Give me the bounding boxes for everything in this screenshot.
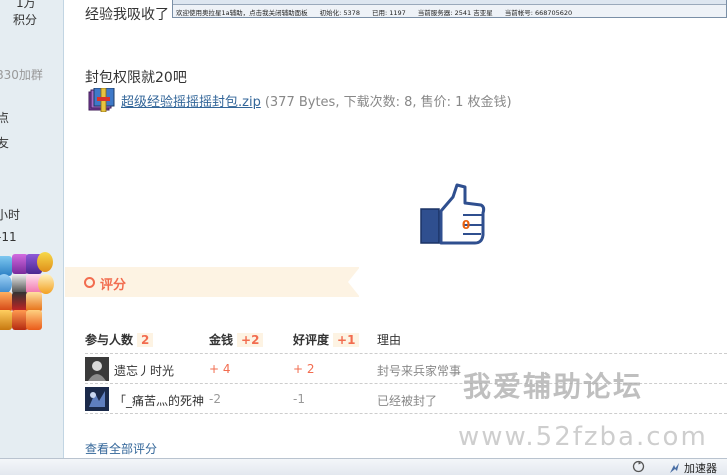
medal-icon[interactable]	[26, 310, 42, 330]
participants-count-badge: 2	[137, 333, 154, 347]
medal-icon[interactable]	[37, 252, 53, 272]
screenshot-welcome-text: 欢迎使用奥拉星1a辅助，点击我关闭辅助面板	[176, 9, 308, 17]
like-count: 0	[461, 218, 471, 232]
watermark-title: 我爱辅助论坛	[463, 370, 644, 403]
medal-icon[interactable]	[38, 274, 54, 294]
screenshot-used-label: 已用:	[371, 9, 388, 17]
attachment-download-link[interactable]: 超级经验摇摇摇封包.zip	[121, 91, 261, 110]
sidebar-fragment: 友	[0, 134, 9, 151]
sidebar-register-date: -11	[0, 230, 17, 244]
screenshot-used-value: 1197	[389, 9, 406, 17]
rating-section-header: 评分	[65, 267, 360, 297]
screenshot-server-label: 当前服务器:	[417, 9, 453, 17]
money-total-badge: +2	[237, 333, 264, 347]
medal-icon[interactable]	[0, 292, 12, 312]
sidebar-fragment: 点	[0, 109, 9, 126]
reputation-total-badge: +1	[333, 333, 360, 347]
user-info-sidebar: 1万 积分 830加群 点 友 小时 -11	[0, 0, 64, 458]
sidebar-group-link[interactable]: 830加群	[0, 66, 43, 83]
rating-title: 评分	[100, 278, 127, 293]
screenshot-server-value: 2541	[454, 9, 472, 17]
attachment: 超级经验摇摇摇封包.zip (377 Bytes, 下载次数: 8, 售价: 1…	[87, 88, 512, 112]
sidebar-stat-label: 积分	[13, 13, 38, 27]
forum-post-page: 1万 积分 830加群 点 友 小时 -11 欢迎	[0, 0, 727, 475]
header-reason: 理由	[377, 333, 402, 347]
screenshot-init-value: 5378	[343, 9, 360, 17]
screenshot-init-label: 初始化:	[319, 9, 342, 17]
refresh-icon	[632, 460, 645, 473]
avatar[interactable]	[85, 387, 109, 411]
rater-username[interactable]: 「_痛苦灬的死神	[114, 392, 204, 409]
sidebar-stat-value: 1万	[16, 0, 36, 10]
rater-username[interactable]: 遗忘丿时光	[114, 362, 174, 379]
accelerator-label: 加速器	[684, 462, 717, 475]
view-all-ratings-link[interactable]: 查看全部评分	[85, 440, 157, 457]
browser-status-bar: 加速器	[0, 458, 727, 475]
rater-reason: 封号来兵家常事	[377, 364, 462, 378]
circle-icon	[84, 277, 95, 288]
attachment-meta: (377 Bytes, 下载次数: 8, 售价: 1 枚金钱)	[264, 94, 512, 110]
rating-table-header: 参与人数 2 金钱 +2 好评度 +1 理由	[85, 324, 727, 354]
medal-icon[interactable]	[0, 310, 12, 330]
screenshot-server-name: 吉亚星	[473, 9, 493, 17]
compat-view-button[interactable]	[632, 460, 645, 473]
embedded-screenshot-image[interactable]: 欢迎使用奥拉星1a辅助，点击我关闭辅助面板 初始化: 5378 已用: 1197…	[172, 0, 727, 18]
header-money: 金钱 +2	[209, 331, 264, 348]
rater-reputation: -1	[293, 392, 305, 406]
rater-reputation: + 2	[293, 362, 315, 376]
accelerator-icon	[670, 462, 679, 473]
accelerator-button[interactable]: 加速器	[668, 460, 717, 475]
header-reputation: 好评度 +1	[293, 331, 360, 348]
watermark-url: www.52fzba.com	[458, 422, 708, 452]
rater-money: -2	[209, 392, 221, 406]
header-reputation-label: 好评度	[293, 333, 330, 347]
like-button[interactable]: 0	[419, 183, 487, 247]
medal-icon[interactable]	[26, 292, 42, 312]
screenshot-account-label: 当前帐号:	[504, 9, 533, 17]
medal-icon[interactable]	[0, 274, 12, 294]
post-text-line: 经验我吸收了	[85, 7, 169, 23]
avatar[interactable]	[85, 357, 109, 381]
rater-money: + 4	[209, 362, 231, 376]
screenshot-account-value: 668705620	[534, 9, 573, 17]
sidebar-online-time: 小时	[0, 208, 21, 222]
header-participants: 参与人数 2	[85, 331, 154, 348]
rater-reason: 已经被封了	[377, 394, 438, 408]
archive-file-icon	[88, 88, 115, 112]
post-text-line: 封包权限就20吧	[85, 70, 187, 86]
header-participants-label: 参与人数	[85, 333, 134, 347]
thumbs-up-icon	[420, 183, 486, 245]
header-money-label: 金钱	[209, 333, 234, 347]
medal-icon[interactable]	[0, 256, 12, 276]
post-content: 欢迎使用奥拉星1a辅助，点击我关闭辅助面板 初始化: 5378 已用: 1197…	[65, 0, 727, 458]
